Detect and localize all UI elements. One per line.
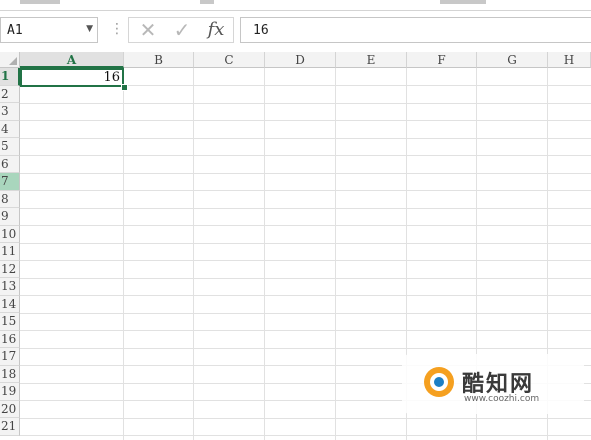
row-header-9[interactable]: 9 [0,208,20,226]
grid-line [20,155,591,156]
chevron-down-icon[interactable]: ▼ [86,24,93,34]
row-header-16[interactable]: 16 [0,330,20,348]
column-header-c[interactable]: C [194,52,265,68]
column-header-b[interactable]: B [124,52,194,68]
grid-line [193,68,194,440]
name-box[interactable]: A1 ▼ [0,17,98,43]
formula-input[interactable]: 16 [240,17,591,43]
enter-icon[interactable]: ✓ [167,18,197,42]
ribbon-fragment [440,0,486,4]
formula-bar-separator: ⋮ [110,21,124,37]
row-header-10[interactable]: 10 [0,225,20,243]
select-all-triangle-icon [9,57,17,65]
grid-line [20,190,591,191]
row-header-3[interactable]: 3 [0,103,20,121]
grid-line [20,225,591,226]
column-header-e[interactable]: E [336,52,407,68]
formula-bar: A1 ▼ ⋮ ✕ ✓ fx 16 [0,11,591,49]
row-header-14[interactable]: 14 [0,295,20,313]
row-header-12[interactable]: 12 [0,260,20,278]
insert-function-icon[interactable]: fx [201,18,231,42]
row-header-11[interactable]: 11 [0,243,20,261]
name-box-value: A1 [7,23,23,38]
column-header-f[interactable]: F [407,52,477,68]
watermark: 酷知网 www.coozhi.com [402,354,584,414]
formula-value: 16 [253,23,269,38]
formula-buttons: ✕ ✓ fx [128,17,234,43]
row-header-6[interactable]: 6 [0,155,20,173]
grid-line [20,330,591,331]
column-header-h[interactable]: H [548,52,591,68]
grid-line [264,68,265,440]
column-header-d[interactable]: D [265,52,336,68]
logo-dot [434,377,444,387]
column-header-a[interactable]: A [20,52,124,68]
select-all-corner[interactable] [0,52,20,68]
grid-line [20,312,591,314]
row-header-20[interactable]: 20 [0,400,20,418]
grid-line [20,137,591,139]
grid-line [20,172,591,174]
ribbon-fragment [20,0,60,4]
cell-a1[interactable]: 16 [20,68,124,87]
grid-line [20,207,591,209]
row-header-4[interactable]: 4 [0,120,20,138]
row-header-1[interactable]: 1 [0,68,20,86]
ribbon-fragment [200,0,214,4]
grid-line [335,68,336,440]
grid-line [123,68,124,440]
row-header-2[interactable]: 2 [0,85,20,103]
row-header-17[interactable]: 17 [0,348,20,366]
grid-line [20,277,591,279]
grid-line [20,295,591,296]
grid-line [20,260,591,261]
row-header-21[interactable]: 21 [0,418,20,436]
row-header-15[interactable]: 15 [0,313,20,331]
ribbon-strip [0,0,591,11]
grid-line [20,417,591,419]
row-header-8[interactable]: 8 [0,190,20,208]
grid-line [20,102,591,104]
row-header-5[interactable]: 5 [0,138,20,156]
grid-line [20,435,591,436]
grid-line [20,347,591,349]
coozhi-logo-icon [424,367,454,397]
cell-a1-value: 16 [103,70,120,85]
row-header-13[interactable]: 13 [0,278,20,296]
grid-line [20,120,591,121]
grid-line [20,242,591,244]
row-header-18[interactable]: 18 [0,365,20,383]
row-header-19[interactable]: 19 [0,383,20,401]
column-header-g[interactable]: G [477,52,548,68]
watermark-url: www.coozhi.com [464,394,540,404]
fill-handle[interactable] [121,84,128,91]
cancel-icon[interactable]: ✕ [133,18,163,42]
row-header-7[interactable]: 7 [0,173,20,191]
